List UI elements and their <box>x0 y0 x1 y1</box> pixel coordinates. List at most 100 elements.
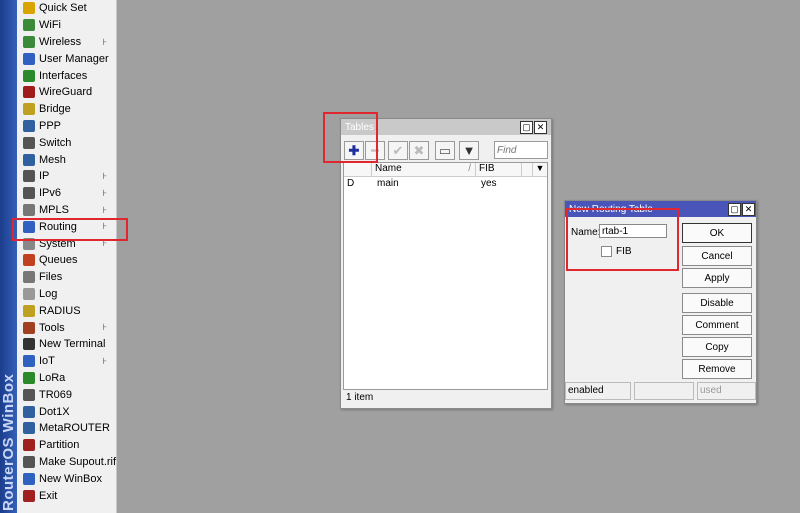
terminal-icon <box>23 338 35 351</box>
sidebar-item-ip[interactable]: IP ⊦ <box>17 168 116 185</box>
comment-button[interactable]: ▭ <box>435 141 455 160</box>
supout-icon <box>23 455 35 468</box>
sidebar-item-bridge[interactable]: Bridge <box>17 101 116 118</box>
row-fib: yes <box>481 178 497 189</box>
sidebar-item-label: Exit <box>39 489 58 502</box>
sidebar-item-dot1x[interactable]: Dot1X <box>17 403 116 420</box>
wifi-icon <box>23 19 35 32</box>
main-menu: Quick Set WiFi Wireless ⊦ User Manager Interf… <box>17 0 116 504</box>
switch-icon <box>23 136 35 149</box>
interfaces-icon <box>23 69 35 82</box>
sidebar-item-wireguard[interactable]: WireGuard <box>17 84 116 101</box>
sidebar-item-new-winbox[interactable]: New WinBox <box>17 470 116 487</box>
tr069-icon <box>23 388 35 401</box>
sidebar-item-make-supout-rif[interactable]: Make Supout.rif <box>17 454 116 471</box>
sidebar-item-label: RADIUS <box>39 304 81 317</box>
sidebar-item-mpls[interactable]: MPLS ⊦ <box>17 202 116 219</box>
column-name[interactable]: Name / <box>372 163 476 176</box>
sidebar: RouterOS WinBox Quick Set WiFi Wireless ⊦ Us… <box>0 0 117 513</box>
sidebar-item-tools[interactable]: Tools ⊦ <box>17 319 116 336</box>
disable-button[interactable]: Disable <box>682 293 752 313</box>
status-used: used <box>697 382 756 400</box>
find-input[interactable] <box>494 141 548 159</box>
sidebar-item-label: LoRa <box>39 371 66 384</box>
sidebar-item-label: TR069 <box>39 388 73 401</box>
table-row[interactable]: D main yes <box>344 177 547 190</box>
submenu-arrow-icon: ⊦ <box>102 322 107 333</box>
sidebar-item-label: Interfaces <box>39 69 88 82</box>
copy-button[interactable]: Copy <box>682 337 752 357</box>
sidebar-item-tr069[interactable]: TR069 <box>17 386 116 403</box>
sidebar-item-label: Wireless <box>39 35 82 48</box>
sidebar-item-log[interactable]: Log <box>17 286 116 303</box>
enable-button[interactable]: ✔ <box>388 141 408 160</box>
nrt-restore-button[interactable]: ▢ <box>728 203 741 216</box>
sidebar-item-lora[interactable]: LoRa <box>17 370 116 387</box>
sidebar-item-label: Quick Set <box>39 2 87 15</box>
ipv6-icon <box>23 187 35 200</box>
brand-strip: RouterOS WinBox <box>0 0 17 513</box>
lora-icon <box>23 371 35 384</box>
filter-button[interactable]: ▼ <box>459 141 479 160</box>
metarouter-icon <box>23 422 35 435</box>
sidebar-item-queues[interactable]: Queues <box>17 252 116 269</box>
sidebar-item-label: Log <box>39 287 58 300</box>
sidebar-item-quick-set[interactable]: Quick Set <box>17 0 116 17</box>
mesh-icon <box>23 153 35 166</box>
ppp-icon <box>23 119 35 132</box>
cancel-button[interactable]: Cancel <box>682 246 752 266</box>
sidebar-item-mesh[interactable]: Mesh <box>17 151 116 168</box>
sidebar-item-label: User Manager <box>39 52 109 65</box>
sidebar-item-wifi[interactable]: WiFi <box>17 17 116 34</box>
column-chooser-button[interactable]: ▼ <box>532 163 547 176</box>
iot-icon <box>23 355 35 368</box>
row-name: main <box>377 178 399 189</box>
user-manager-icon <box>23 52 35 65</box>
sidebar-item-label: Partition <box>39 439 80 452</box>
remove-button[interactable]: Remove <box>682 359 752 379</box>
submenu-arrow-icon: ⊦ <box>102 187 107 198</box>
row-flag: D <box>347 178 355 189</box>
column-fib[interactable]: FIB <box>476 163 522 176</box>
sidebar-item-interfaces[interactable]: Interfaces <box>17 67 116 84</box>
sidebar-item-new-terminal[interactable]: New Terminal <box>17 336 116 353</box>
dot1x-icon <box>23 405 35 418</box>
nrt-close-button[interactable]: ✕ <box>742 203 755 216</box>
ok-button[interactable]: OK <box>682 223 752 243</box>
highlight-name-fields <box>566 208 679 271</box>
status-item-count: 1 item <box>346 392 374 403</box>
restore-button[interactable]: ▢ <box>520 121 533 134</box>
sidebar-item-partition[interactable]: Partition <box>17 437 116 454</box>
exit-icon <box>23 489 35 502</box>
quick-set-icon <box>23 2 35 15</box>
comment-button[interactable]: Comment <box>682 315 752 335</box>
sidebar-item-iot[interactable]: IoT ⊦ <box>17 353 116 370</box>
sidebar-item-radius[interactable]: RADIUS <box>17 302 116 319</box>
sidebar-item-metarouter[interactable]: MetaROUTER <box>17 420 116 437</box>
sidebar-item-wireless[interactable]: Wireless ⊦ <box>17 34 116 51</box>
sidebar-item-label: New Terminal <box>39 338 106 351</box>
sidebar-item-label: Files <box>39 271 63 284</box>
sidebar-item-label: MetaROUTER <box>39 422 110 435</box>
sidebar-item-ppp[interactable]: PPP <box>17 118 116 135</box>
partition-icon <box>23 439 35 452</box>
apply-button[interactable]: Apply <box>682 268 752 288</box>
sidebar-item-switch[interactable]: Switch <box>17 134 116 151</box>
sidebar-item-label: PPP <box>39 119 62 132</box>
sidebar-item-exit[interactable]: Exit <box>17 487 116 504</box>
disable-button[interactable]: ✖ <box>409 141 429 160</box>
sidebar-item-label: Mesh <box>39 153 66 166</box>
sidebar-item-label: MPLS <box>39 203 69 216</box>
close-button[interactable]: ✕ <box>534 121 547 134</box>
tools-icon <box>23 321 35 334</box>
sidebar-item-files[interactable]: Files <box>17 269 116 286</box>
radius-icon <box>23 304 35 317</box>
sidebar-item-user-manager[interactable]: User Manager <box>17 50 116 67</box>
sidebar-item-label: Bridge <box>39 103 71 116</box>
list-header: Name / FIB ▼ <box>344 163 547 177</box>
sidebar-item-ipv6[interactable]: IPv6 ⊦ <box>17 185 116 202</box>
winbox-icon <box>23 472 35 485</box>
filter-icon: ▼ <box>462 143 476 158</box>
submenu-arrow-icon: ⊦ <box>102 170 107 181</box>
sidebar-item-label: IoT <box>39 355 55 368</box>
